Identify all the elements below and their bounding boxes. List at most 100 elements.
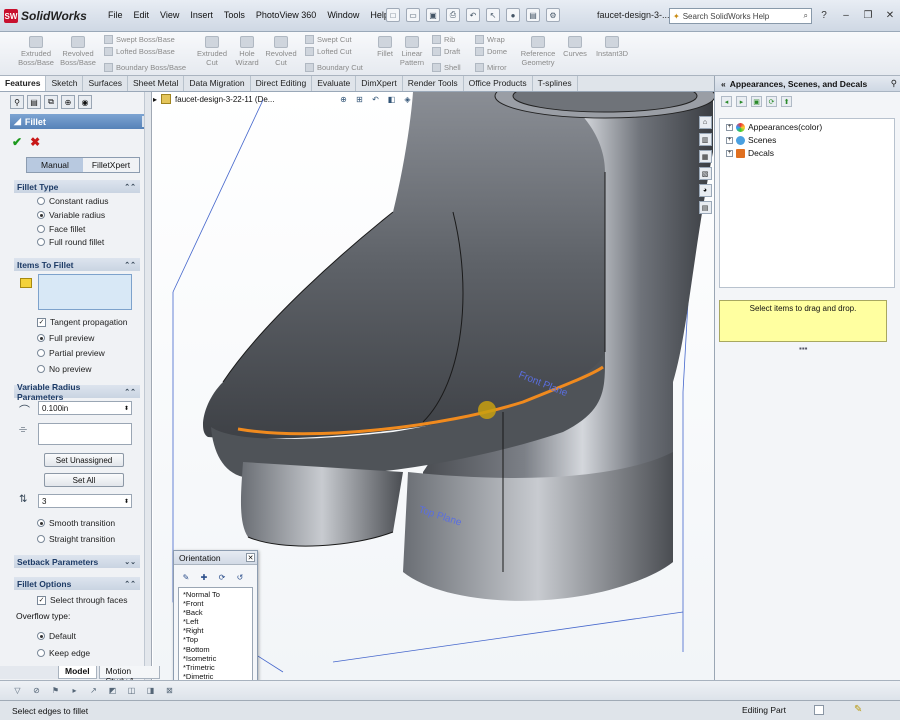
tab-motion-study[interactable]: Motion Study 1 xyxy=(98,666,160,686)
variable-radius-section[interactable]: Variable Radius Parameters ⌃⌃ xyxy=(14,382,140,402)
pin-icon[interactable]: ⚲ xyxy=(891,78,897,89)
boundary-boss-button[interactable]: Boundary Boss/Base xyxy=(104,63,186,72)
menu-edit[interactable]: Edit xyxy=(134,10,150,20)
extruded-cut-button[interactable]: Extruded Cut xyxy=(194,36,230,67)
solidworks-logo[interactable]: SW SolidWorks xyxy=(4,8,96,24)
view-item[interactable]: *Isometric xyxy=(183,654,248,663)
back-forward-icon[interactable]: « xyxy=(721,79,726,89)
custom-props-icon[interactable]: ▤ xyxy=(698,201,712,214)
filter-sketch-icon[interactable]: ◫ xyxy=(126,685,137,696)
tab-direct-editing[interactable]: Direct Editing xyxy=(251,76,313,91)
tab-render-tools[interactable]: Render Tools xyxy=(403,76,464,91)
select-icon[interactable]: ↖ xyxy=(486,8,500,22)
filter-plane-icon[interactable]: ◨ xyxy=(145,685,156,696)
shell-button[interactable]: Shell xyxy=(432,63,461,72)
view-item[interactable]: *Bottom xyxy=(183,645,248,654)
menu-window[interactable]: Window xyxy=(327,10,359,20)
view-item[interactable]: *Right xyxy=(183,626,248,635)
boundary-cut-button[interactable]: Boundary Cut xyxy=(305,63,363,72)
tab-sheet-metal[interactable]: Sheet Metal xyxy=(128,76,185,91)
view-item[interactable]: *Trimetric xyxy=(183,663,248,672)
variable-radius-option[interactable]: Variable radius xyxy=(37,210,105,220)
search-icon[interactable]: ⌕ xyxy=(804,11,808,21)
tag-icon[interactable]: ✎ xyxy=(854,704,866,716)
options-icon[interactable]: ⚙ xyxy=(546,8,560,22)
view-item[interactable]: *Top xyxy=(183,635,248,644)
orientation-header[interactable]: Orientation ✕ xyxy=(174,551,257,565)
lofted-cut-button[interactable]: Lofted Cut xyxy=(305,47,352,56)
overflow-keep-edge-option[interactable]: Keep edge xyxy=(37,648,90,658)
revolved-boss-button[interactable]: Revolved Boss/Base xyxy=(58,36,98,67)
up-icon[interactable]: ⬆ xyxy=(781,96,792,107)
refresh-icon[interactable]: ⟳ xyxy=(766,96,777,107)
ok-check-icon[interactable]: ✔ xyxy=(12,135,22,149)
radius-input[interactable]: 0.100in ⬍ xyxy=(38,401,132,415)
fillet-options-section[interactable]: Fillet Options ⌃⌃ xyxy=(14,577,140,590)
filter-edge-icon[interactable]: ↗ xyxy=(88,685,99,696)
tree-item-scenes[interactable]: + Scenes xyxy=(726,135,776,145)
add-folder-icon[interactable]: ▣ xyxy=(751,96,762,107)
rebuild-status-icon[interactable] xyxy=(814,705,824,715)
view-item[interactable]: *Normal To xyxy=(183,590,248,599)
dimxpert-icon[interactable]: ⊕ xyxy=(61,95,75,109)
collapse-icon[interactable]: ⌃⌃ xyxy=(124,580,136,588)
save-icon[interactable]: ▣ xyxy=(426,8,440,22)
mirror-button[interactable]: Mirror xyxy=(475,63,507,72)
tab-dimxpert[interactable]: DimXpert xyxy=(356,76,403,91)
rebuild-icon[interactable]: ● xyxy=(506,8,520,22)
fillet-type-section[interactable]: Fillet Type ⌃⌃ xyxy=(14,180,140,193)
file-explorer-icon[interactable]: ▦ xyxy=(698,150,712,163)
menu-view[interactable]: View xyxy=(160,10,179,20)
forward-icon[interactable]: ▸ xyxy=(736,96,747,107)
full-round-option[interactable]: Full round fillet xyxy=(37,237,104,247)
view-item[interactable]: *Front xyxy=(183,599,248,608)
view-item[interactable]: *Left xyxy=(183,617,248,626)
tab-surfaces[interactable]: Surfaces xyxy=(83,76,128,91)
feature-tree-icon[interactable]: ⚲ xyxy=(10,95,24,109)
swept-cut-button[interactable]: Swept Cut xyxy=(305,35,352,44)
tab-t-splines[interactable]: T-splines xyxy=(533,76,578,91)
tab-sketch[interactable]: Sketch xyxy=(46,76,84,91)
expand-icon[interactable]: + xyxy=(726,136,733,144)
tangent-propagation-checkbox[interactable]: ✓ Tangent propagation xyxy=(37,317,128,327)
revolved-cut-button[interactable]: Revolved Cut xyxy=(264,36,298,67)
instances-input[interactable]: 3 ⬍ xyxy=(38,494,132,508)
filter-clear-icon[interactable]: ⊘ xyxy=(31,685,42,696)
curves-button[interactable]: Curves xyxy=(561,36,589,58)
vertex-list-box[interactable] xyxy=(38,423,132,445)
view-item[interactable]: *Back xyxy=(183,608,248,617)
setback-section[interactable]: Setback Parameters ⌄⌄ xyxy=(14,555,140,568)
pin-icon[interactable]: ✎ xyxy=(180,571,192,583)
constant-radius-option[interactable]: Constant radius xyxy=(37,196,109,206)
no-preview-option[interactable]: No preview xyxy=(37,364,92,374)
print-icon[interactable]: ⎙ xyxy=(446,8,460,22)
appearances-tab-icon[interactable]: ◕ xyxy=(698,184,712,197)
manual-button[interactable]: Manual xyxy=(27,158,83,172)
menu-file[interactable]: File xyxy=(108,10,123,20)
cancel-x-icon[interactable]: ✖ xyxy=(30,135,40,149)
restore-icon[interactable]: ❐ xyxy=(860,7,876,23)
expand-icon[interactable]: ⌄⌄ xyxy=(124,558,136,566)
design-library-icon[interactable]: ▥ xyxy=(698,133,712,146)
partial-preview-option[interactable]: Partial preview xyxy=(37,348,105,358)
tab-office-products[interactable]: Office Products xyxy=(464,76,533,91)
filter-vertex-icon[interactable]: ▸ xyxy=(69,685,80,696)
tree-item-decals[interactable]: + Decals xyxy=(726,148,774,158)
overflow-default-option[interactable]: Default xyxy=(37,631,76,641)
spinner-icon[interactable]: ⬍ xyxy=(124,498,129,505)
hole-wizard-button[interactable]: Hole Wizard xyxy=(232,36,262,67)
tab-data-migration[interactable]: Data Migration xyxy=(184,76,251,91)
filletxpert-button[interactable]: FilletXpert xyxy=(83,158,139,172)
update-view-icon[interactable]: ⟳ xyxy=(216,571,228,583)
set-all-button[interactable]: Set All xyxy=(44,473,124,487)
set-unassigned-button[interactable]: Set Unassigned xyxy=(44,453,124,467)
extruded-boss-button[interactable]: Extruded Boss/Base xyxy=(16,36,56,67)
expand-icon[interactable]: + xyxy=(726,123,733,131)
minimize-icon[interactable]: – xyxy=(838,7,854,23)
smooth-transition-option[interactable]: Smooth transition xyxy=(37,518,115,528)
wrap-button[interactable]: Wrap xyxy=(475,35,505,44)
reset-view-icon[interactable]: ↺ xyxy=(234,571,246,583)
instant3d-button[interactable]: Instant3D xyxy=(594,36,630,58)
config-manager-icon[interactable]: ⧉ xyxy=(44,95,58,109)
tree-item-appearances[interactable]: + Appearances(color) xyxy=(726,122,822,132)
